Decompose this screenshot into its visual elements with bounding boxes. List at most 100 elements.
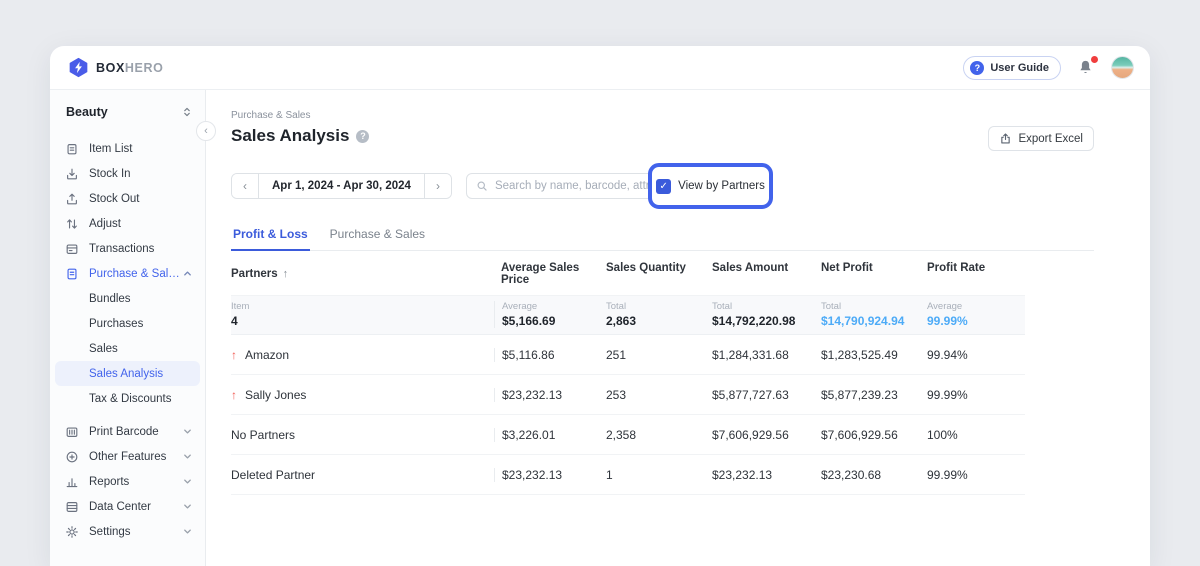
sidebar-item-other-features[interactable]: Other Features <box>50 444 205 469</box>
date-prev-button[interactable]: ‹ <box>232 174 258 198</box>
sidebar: Beauty Item ListStock InStock OutAdjustT… <box>50 90 206 566</box>
sidebar-item-label: Settings <box>89 526 182 538</box>
sidebar-item-stock-out[interactable]: Stock Out <box>50 186 205 211</box>
title-help-icon[interactable]: ? <box>356 130 369 143</box>
table-row-amazon[interactable]: ↑Amazon$5,116.86251$1,284,331.68$1,283,5… <box>231 335 1025 375</box>
amount-cell: $5,877,727.63 <box>705 388 814 402</box>
notifications-button[interactable] <box>1077 59 1095 77</box>
net-profit-cell: $23,230.68 <box>814 468 920 482</box>
sidebar-item-settings[interactable]: Settings <box>50 519 205 544</box>
notification-badge <box>1090 55 1099 64</box>
sidebar-item-data-center[interactable]: Data Center <box>50 494 205 519</box>
topbar-actions: ? User Guide <box>963 56 1134 80</box>
boxhero-logo[interactable]: BOXHERO <box>68 57 163 78</box>
profit-rate-cell: 99.94% <box>920 348 1025 362</box>
user-guide-label: User Guide <box>990 62 1049 74</box>
amount-cell: $1,284,331.68 <box>705 348 814 362</box>
item-list-icon <box>65 142 79 156</box>
sidebar-subitem-tax-discounts[interactable]: Tax & Discounts <box>50 386 205 411</box>
table-row-sally-jones[interactable]: ↑Sally Jones$23,232.13253$5,877,727.63$5… <box>231 375 1025 415</box>
sidebar-item-label: Stock Out <box>89 193 193 205</box>
date-next-button[interactable]: › <box>425 174 451 198</box>
summary-cell-0: Item4 <box>231 301 494 328</box>
user-avatar[interactable] <box>1111 56 1134 79</box>
column-header-sales-amount[interactable]: Sales Amount <box>705 262 814 286</box>
summary-label: Total <box>712 301 814 312</box>
sidebar-item-transactions[interactable]: Transactions <box>50 236 205 261</box>
partner-name: Amazon <box>245 348 289 362</box>
table-header-row: Partners↑Average Sales PriceSales Quanti… <box>231 251 1025 295</box>
sidebar-subitem-bundles[interactable]: Bundles <box>50 286 205 311</box>
table-row-no-partners[interactable]: No Partners$3,226.012,358$7,606,929.56$7… <box>231 415 1025 455</box>
app-background: BOXHERO ? User Guide <box>0 0 1200 566</box>
sidebar-nav-main: Item List Stock In Stock Out AdjustTransact… <box>50 136 205 286</box>
amount-cell: $7,606,929.56 <box>705 428 814 442</box>
column-header-partners[interactable]: Partners↑ <box>231 262 494 286</box>
sidebar-item-label: Item List <box>89 143 193 155</box>
stock-in-icon <box>65 167 79 181</box>
sidebar-item-label: Other Features <box>89 451 182 463</box>
chevron-left-icon: ‹ <box>243 179 247 193</box>
profit-rate-cell: 99.99% <box>920 388 1025 402</box>
sidebar-subitem-sales[interactable]: Sales <box>50 336 205 361</box>
user-guide-button[interactable]: ? User Guide <box>963 56 1061 80</box>
export-excel-label: Export Excel <box>1018 133 1083 145</box>
sort-ascending-icon: ↑ <box>283 268 289 280</box>
stock-out-icon <box>65 192 79 206</box>
partner-name: Sally Jones <box>245 388 306 402</box>
quantity-cell: 2,358 <box>599 428 705 442</box>
summary-label: Total <box>821 301 920 312</box>
summary-cell-2: Total 2,863 <box>599 301 705 328</box>
transactions-icon <box>65 242 79 256</box>
partner-up-arrow-icon: ↑ <box>231 388 237 402</box>
sidebar-item-stock-in[interactable]: Stock In <box>50 161 205 186</box>
workspace-selector[interactable]: Beauty <box>50 98 205 126</box>
purchase-sales-icon <box>65 267 79 281</box>
partner-cell: ↑ Sally Jones <box>231 388 494 402</box>
quantity-cell: 1 <box>599 468 705 482</box>
chevron-down-icon <box>182 476 193 487</box>
summary-label: Total <box>606 301 705 312</box>
question-mark-icon: ? <box>970 61 984 75</box>
sidebar-item-reports[interactable]: Reports <box>50 469 205 494</box>
sidebar-item-label: Purchase & Salesβ <box>89 268 182 280</box>
workspace-switch-icon <box>181 106 193 118</box>
sidebar-item-adjust[interactable]: Adjust <box>50 211 205 236</box>
avg-price-cell: $23,232.13 <box>494 388 599 402</box>
sidebar-subitem-sales-analysis[interactable]: Sales Analysis <box>55 361 200 386</box>
summary-value: $14,792,220.98 <box>712 314 814 328</box>
sidebar-item-purchase-sales[interactable]: Purchase & Salesβ <box>50 261 205 286</box>
content-area: Purchase & Sales Sales Analysis ? Export… <box>206 90 1150 566</box>
sidebar-subitem-purchases[interactable]: Purchases <box>50 311 205 336</box>
column-header-profit-rate[interactable]: Profit Rate <box>920 262 1025 286</box>
column-header-average-sales-price[interactable]: Average Sales Price <box>494 262 599 286</box>
avg-price-cell: $23,232.13 <box>494 468 599 482</box>
sidebar-item-item-list[interactable]: Item List <box>50 136 205 161</box>
date-range-value[interactable]: Apr 1, 2024 - Apr 30, 2024 <box>258 174 425 198</box>
reports-icon <box>65 475 79 489</box>
export-excel-button[interactable]: Export Excel <box>988 126 1094 151</box>
column-header-sales-quantity[interactable]: Sales Quantity <box>599 262 705 286</box>
summary-value: 2,863 <box>606 314 705 328</box>
sidebar-collapse-button[interactable]: ‹ <box>196 121 216 141</box>
amount-cell: $23,232.13 <box>705 468 814 482</box>
sidebar-item-print-barcode[interactable]: Print Barcode <box>50 419 205 444</box>
logo-text: BOXHERO <box>96 61 163 75</box>
table-body: ↑Amazon$5,116.86251$1,284,331.68$1,283,5… <box>231 335 1025 495</box>
view-by-partners-label[interactable]: View by Partners <box>678 180 765 192</box>
breadcrumb: Purchase & Sales <box>231 110 1094 121</box>
column-header-net-profit[interactable]: Net Profit <box>814 262 920 286</box>
sidebar-item-label: Stock In <box>89 168 193 180</box>
summary-label: Average <box>502 301 599 312</box>
partner-cell: Deleted Partner <box>231 468 494 482</box>
tab-profit-loss[interactable]: Profit & Loss <box>231 219 310 251</box>
table-row-deleted-partner[interactable]: Deleted Partner$23,232.131$23,232.13$23,… <box>231 455 1025 495</box>
net-profit-cell: $5,877,239.23 <box>814 388 920 402</box>
boxhero-hexagon-icon <box>68 57 89 78</box>
view-by-partners-checkbox[interactable]: ✓ <box>656 179 671 194</box>
summary-value: $14,790,924.94 <box>821 314 920 328</box>
profit-rate-cell: 100% <box>920 428 1025 442</box>
avg-price-cell: $5,116.86 <box>494 348 599 362</box>
profit-rate-cell: 99.99% <box>920 468 1025 482</box>
tab-purchase-sales[interactable]: Purchase & Sales <box>328 219 427 251</box>
